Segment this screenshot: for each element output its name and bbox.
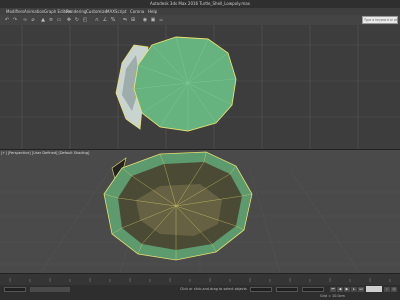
perspective-viewport-canvas xyxy=(0,151,400,274)
render-setup-icon[interactable]: ▣ xyxy=(150,17,156,23)
selection-count-field xyxy=(30,287,70,292)
go-to-start-icon[interactable]: ⏮ xyxy=(330,287,336,292)
turtle-shell-top-view xyxy=(115,36,237,132)
percent-snap-icon[interactable]: % xyxy=(110,17,116,23)
next-frame-icon[interactable]: ▸ xyxy=(351,287,357,292)
snap-icon[interactable]: ∩ xyxy=(94,17,100,23)
unlink-icon[interactable]: ⌀ xyxy=(30,17,36,23)
zoom-icon[interactable]: ⌕ xyxy=(384,287,390,292)
rectangle-select-icon[interactable]: ▭ xyxy=(56,17,62,23)
menu-corona[interactable]: Corona xyxy=(130,8,144,15)
search-placeholder: Type a keyword or phrase xyxy=(364,18,398,22)
menu-animation[interactable]: Animation xyxy=(24,8,44,15)
x-coordinate-field[interactable] xyxy=(250,287,272,292)
select-icon[interactable]: ▲ xyxy=(40,17,46,23)
menu-help[interactable]: Help xyxy=(148,8,157,15)
material-editor-icon[interactable]: ◉ xyxy=(142,17,148,23)
window-title: Autodesk 3ds Max 2016 Turtle_Shell_Lowpo… xyxy=(149,1,251,6)
link-icon[interactable]: ∞ xyxy=(22,17,28,23)
menu-modifiers[interactable]: Modifiers xyxy=(6,8,24,15)
angle-snap-icon[interactable]: ∠ xyxy=(102,17,108,23)
menu-bar: Modifiers Animation Graph Editors Render… xyxy=(0,8,400,15)
y-coordinate-field[interactable] xyxy=(276,287,298,292)
z-coordinate-field[interactable] xyxy=(302,287,324,292)
move-icon[interactable]: ✥ xyxy=(66,17,72,23)
auto-key-button[interactable] xyxy=(366,286,382,292)
redo-icon[interactable]: ↷ xyxy=(12,17,18,23)
maxscript-listener-field[interactable] xyxy=(4,287,26,292)
orbit-icon[interactable]: ◎ xyxy=(391,287,397,292)
previous-frame-icon[interactable]: ◀ xyxy=(337,287,343,292)
grid-size-label: Grid = 10.0cm xyxy=(320,294,345,298)
viewport-top[interactable] xyxy=(0,25,400,149)
turtle-shell-underside xyxy=(103,151,253,261)
mirror-icon[interactable]: ⇋ xyxy=(122,17,128,23)
play-icon[interactable]: ▶ xyxy=(344,287,350,292)
select-by-name-icon[interactable]: ≡ xyxy=(48,17,54,23)
menu-maxscript[interactable]: MAXScript xyxy=(106,8,127,15)
align-icon[interactable]: ⊞ xyxy=(130,17,136,23)
render-icon[interactable]: ☕ xyxy=(158,17,164,23)
viewport-perspective[interactable] xyxy=(0,150,400,274)
viewport-label[interactable]: [+] [Perspective] [User Defined] [Defaul… xyxy=(1,150,89,156)
menu-customize[interactable]: Customize xyxy=(86,8,107,15)
rotate-icon[interactable]: ↻ xyxy=(74,17,80,23)
top-viewport-canvas xyxy=(0,25,400,149)
timeline-ticks xyxy=(9,278,391,282)
undo-icon[interactable]: ↶ xyxy=(4,17,10,23)
scale-icon[interactable]: ◰ xyxy=(82,17,88,23)
menu-rendering[interactable]: Rendering xyxy=(66,8,86,15)
go-to-end-icon[interactable]: ⏭ xyxy=(358,287,364,292)
